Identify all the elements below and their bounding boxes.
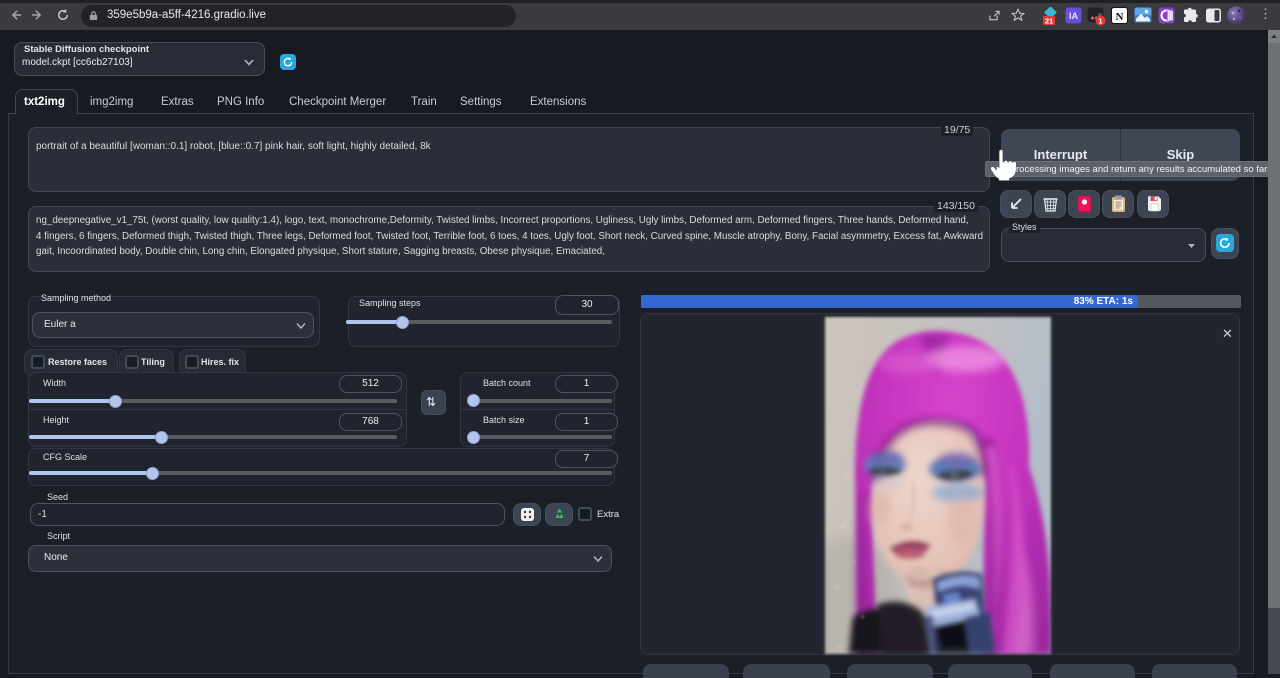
svg-text:21: 21 (1045, 16, 1053, 25)
svg-text:N: N (1116, 11, 1124, 23)
svg-text:IA: IA (1069, 11, 1079, 21)
svg-text:1: 1 (1098, 16, 1102, 25)
